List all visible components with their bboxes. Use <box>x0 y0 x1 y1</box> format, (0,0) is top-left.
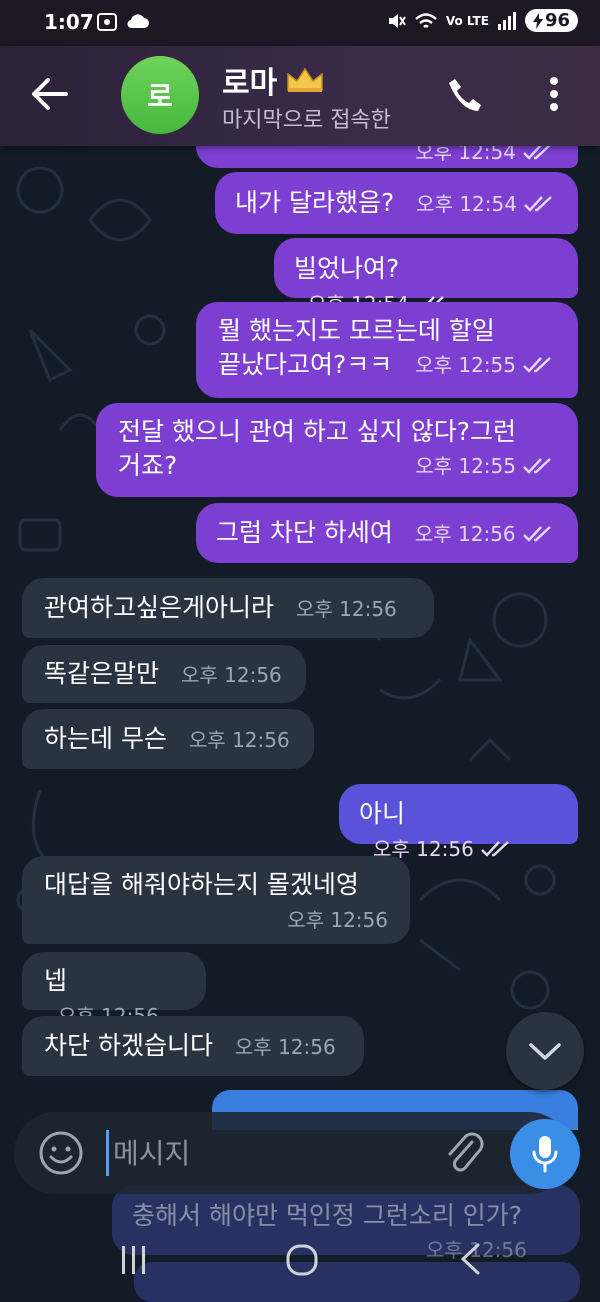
message-text: 넵 <box>44 966 68 995</box>
back-arrow-icon[interactable] <box>30 76 70 112</box>
message-time: 오후 12:56 <box>180 663 282 687</box>
message-time: 오후 12:54 <box>416 187 557 221</box>
message-time: 오후 12:56 <box>295 597 397 621</box>
contact-avatar[interactable]: 로 <box>121 56 199 134</box>
message-input[interactable] <box>106 1130 435 1176</box>
paperclip-icon[interactable] <box>442 1130 486 1176</box>
emoji-icon[interactable] <box>38 1130 84 1176</box>
message-bubble-outgoing[interactable]: 아니 오후 12:56 <box>339 784 578 861</box>
message-text-line2: 끝났다고여?ㅋㅋ <box>218 350 393 379</box>
message-text: 하는데 무슨 <box>44 724 167 753</box>
message-time: 오후 12:55 <box>415 449 556 483</box>
scroll-to-bottom-button[interactable] <box>506 1012 584 1090</box>
crown-icon <box>287 67 323 92</box>
status-right-icons: Vo LTE 96 <box>386 9 578 32</box>
voice-record-button[interactable] <box>510 1119 580 1189</box>
read-ticks-icon <box>523 357 551 373</box>
message-text: 대답을 해줘야하는지 몰겠네영 <box>44 870 359 899</box>
recent-apps-icon[interactable] <box>118 1244 150 1276</box>
message-text-partial: 충해서 해야만 먹인정 그런소리 인가? <box>132 1201 523 1230</box>
status-bar: 1:07 Vo LTE 96 <box>0 0 600 46</box>
battery-level: 96 <box>544 10 570 31</box>
message-bubble-incoming[interactable]: 관여하고싶은게아니라 오후 12:56 <box>22 578 434 638</box>
more-vertical-icon[interactable] <box>548 76 560 112</box>
message-bubble-outgoing[interactable]: 그럼 차단 하세여 오후 12:56 <box>196 503 578 563</box>
message-text: 아니 <box>359 799 406 828</box>
message-time: 오후 12:56 <box>415 517 556 551</box>
phone-icon[interactable] <box>446 76 484 114</box>
message-text: 똑같은말만 <box>44 659 160 688</box>
message-time: 오후 12:56 <box>188 728 290 752</box>
message-time: 오후 12:56 <box>234 1035 336 1059</box>
message-text: 차단 하겠습니다 <box>44 1031 213 1060</box>
status-notification-icons <box>96 12 150 32</box>
contact-name: 로마 <box>222 66 278 101</box>
message-text: 빌었나여? <box>294 254 400 283</box>
message-bubble-outgoing[interactable]: 내가 달라했음? 오후 12:54 <box>215 172 578 234</box>
message-bubble-incoming[interactable]: 하는데 무슨 오후 12:56 <box>22 709 314 769</box>
chat-header: 로 로마 마지막으로 접속한 <box>0 46 600 146</box>
microphone-icon <box>532 1136 558 1173</box>
read-ticks-icon <box>523 458 551 474</box>
message-bubble-outgoing[interactable]: 뭘 했는지도 모르는데 할일 끝났다고여?ㅋㅋ 오후 12:55 <box>196 302 578 398</box>
read-ticks-icon <box>524 196 552 212</box>
message-text-line2: 거죠? <box>118 451 178 480</box>
chevron-down-icon <box>529 1043 561 1060</box>
mute-icon <box>388 13 406 28</box>
message-text: 관여하고싶은게아니라 <box>44 593 275 622</box>
charging-icon <box>532 12 543 29</box>
cloud-icon <box>127 14 149 29</box>
status-time: 1:07 <box>44 10 94 34</box>
contact-name-row[interactable]: 로마 <box>222 58 325 102</box>
signal-icon <box>497 11 516 30</box>
read-ticks-icon <box>522 526 551 542</box>
message-bubble-incoming[interactable]: 똑같은말만 오후 12:56 <box>22 645 306 703</box>
message-bubble-incoming[interactable]: 대답을 해줘야하는지 몰겠네영 오후 12:56 <box>22 856 410 944</box>
avatar-letter: 로 <box>147 80 173 113</box>
system-navigation-bar <box>0 1228 600 1301</box>
network-label: Vo LTE <box>445 13 489 28</box>
home-icon[interactable] <box>286 1244 318 1276</box>
message-bubble-incoming[interactable]: 차단 하겠습니다 오후 12:56 <box>22 1016 364 1076</box>
wifi-icon <box>414 12 437 28</box>
message-composer <box>14 1112 570 1194</box>
read-ticks-icon <box>480 841 509 857</box>
nav-back-icon[interactable] <box>458 1242 482 1276</box>
message-text: 내가 달라했음? <box>235 188 395 217</box>
last-seen-status: 마지막으로 접속한 <box>222 108 391 133</box>
message-time: 오후 12:56 <box>287 908 388 932</box>
message-text: 그럼 차단 하세여 <box>216 518 393 547</box>
battery-indicator: 96 <box>524 9 578 32</box>
message-bubble-outgoing[interactable]: 빌었나여? 오후 12:54 <box>274 238 578 316</box>
message-bubble-outgoing[interactable]: 전달 했으니 관여 하고 싶지 않다?그런 거죠? 오후 12:55 <box>96 403 578 497</box>
message-text: 전달 했으니 관여 하고 싶지 않다?그런 <box>118 417 517 446</box>
message-time: 오후 12:55 <box>415 348 556 382</box>
message-text: 뭘 했는지도 모르는데 할일 <box>218 316 495 345</box>
screenshot-icon <box>97 13 117 31</box>
message-bubble-incoming[interactable]: 넵 오후 12:56 <box>22 952 206 1028</box>
